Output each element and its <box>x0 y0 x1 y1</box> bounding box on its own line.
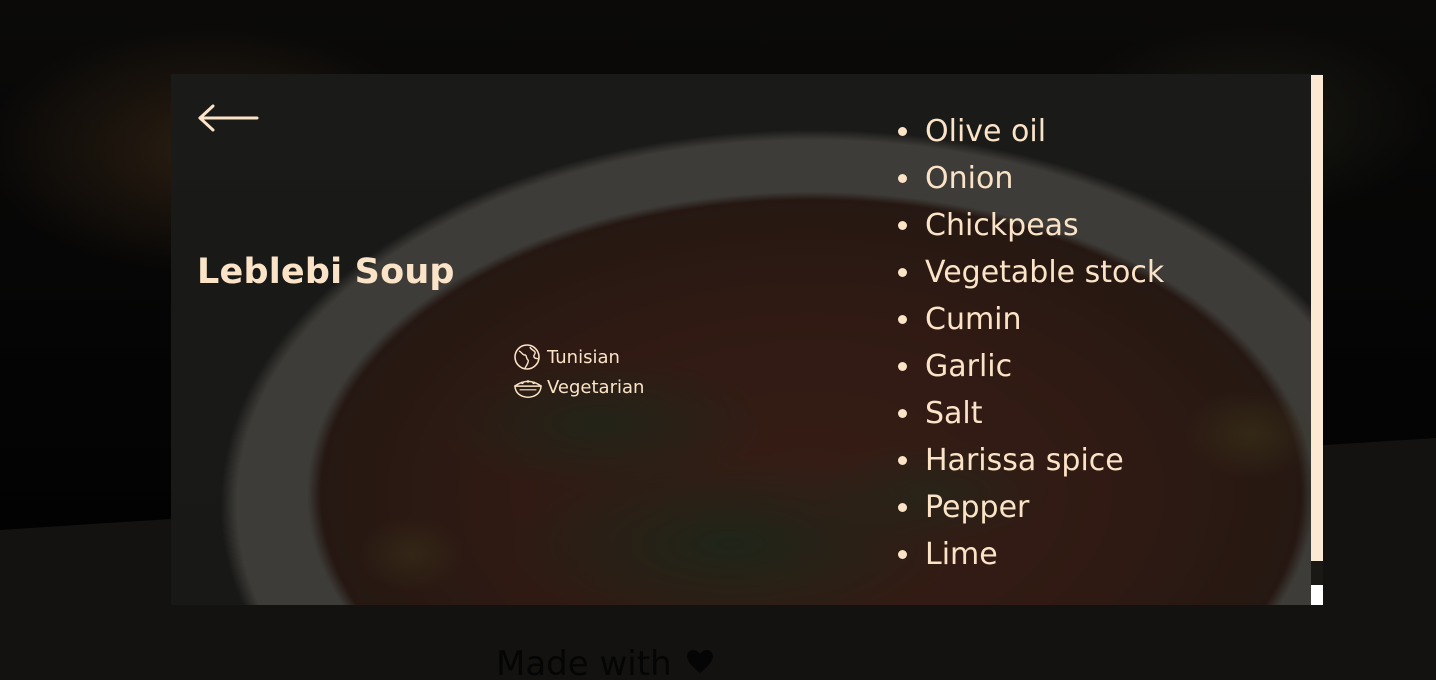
ingredient-item: Pepper <box>895 484 1164 531</box>
recipe-modal: Leblebi Soup Tunisian Vegetarian Olive o… <box>171 74 1323 605</box>
ingredient-item: Vegetable stock <box>895 249 1164 296</box>
globe-icon <box>513 343 543 371</box>
ingredient-item: Garlic <box>895 343 1164 390</box>
tag-cuisine-label: Tunisian <box>547 346 620 368</box>
recipe-title: Leblebi Soup <box>197 252 455 292</box>
ingredient-item: Lime <box>895 531 1164 578</box>
scrollbar-thumb[interactable] <box>1311 75 1323 561</box>
bowl-icon <box>513 373 543 401</box>
tag-diet: Vegetarian <box>513 372 644 402</box>
ingredients-panel[interactable]: Olive oil Onion Chickpeas Vegetable stoc… <box>871 74 1311 605</box>
recipe-tags: Tunisian Vegetarian <box>513 342 644 402</box>
tag-cuisine: Tunisian <box>513 342 644 372</box>
scrollbar-end <box>1311 585 1323 605</box>
heart-icon <box>686 644 714 680</box>
arrow-left-icon <box>198 104 259 132</box>
tag-diet-label: Vegetarian <box>547 376 645 398</box>
ingredients-scrollbar[interactable] <box>1311 74 1323 605</box>
ingredient-item: Chickpeas <box>895 202 1164 249</box>
ingredient-item: Harissa spice <box>895 437 1164 484</box>
footer-made-with-label: Made with <box>496 644 672 680</box>
ingredient-item: Olive oil <box>895 108 1164 155</box>
ingredient-item: Onion <box>895 155 1164 202</box>
ingredient-item: Salt <box>895 390 1164 437</box>
ingredient-item: Cumin <box>895 296 1164 343</box>
back-button[interactable] <box>197 104 261 134</box>
page: Leblebi Soup Tunisian Vegetarian Olive o… <box>0 0 1436 680</box>
footer-made-with: Made with <box>496 644 714 680</box>
ingredients-list: Olive oil Onion Chickpeas Vegetable stoc… <box>895 108 1164 578</box>
